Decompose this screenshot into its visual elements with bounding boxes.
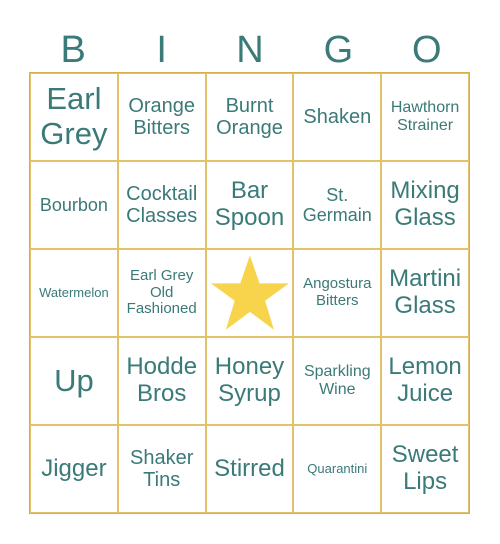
bingo-cell[interactable]: Honey Syrup <box>205 337 294 425</box>
bingo-cell[interactable]: Earl Grey Old Fashioned <box>117 249 206 337</box>
cell-label: Mixing Glass <box>390 177 460 231</box>
bingo-cell[interactable]: Up <box>30 337 118 425</box>
bingo-cell[interactable]: Bar Spoon <box>205 161 294 249</box>
bingo-cell[interactable]: Stirred <box>205 425 294 513</box>
bingo-cell[interactable]: Lemon Juice <box>381 337 469 425</box>
cell-label: Shaken <box>303 105 372 128</box>
header-letter-b: B <box>60 29 86 71</box>
cell-label: Earl Grey <box>40 81 108 151</box>
cell-label: Hodde Bros <box>126 353 198 407</box>
bingo-cell[interactable]: Sparkling Wine <box>293 337 382 425</box>
star-icon <box>210 255 289 330</box>
cell-label: Lemon Juice <box>388 353 462 407</box>
cell-label: Bar Spoon <box>214 177 285 231</box>
bingo-cell[interactable]: Sweet Lips <box>381 425 469 513</box>
bingo-cell[interactable]: Mixing Glass <box>381 161 469 249</box>
bingo-cell[interactable]: Shaken <box>293 73 382 161</box>
bingo-cell[interactable]: Jigger <box>30 425 118 513</box>
cell-label: Bourbon <box>39 194 108 215</box>
bingo-cell[interactable]: Hawthorn Strainer <box>381 73 469 161</box>
bingo-cell[interactable]: Angostura Bitters <box>293 249 382 337</box>
bingo-cell[interactable]: Orange Bitters <box>117 73 206 161</box>
cell-label: Stirred <box>214 454 285 482</box>
cell-label: Sweet Lips <box>391 441 459 495</box>
cell-label: Jigger <box>41 454 107 482</box>
bingo-cell[interactable]: Shaker Tins <box>117 425 206 513</box>
cell-label: Up <box>54 362 94 398</box>
bingo-grid: Earl Grey Orange Bitters Burnt Orange Shake… <box>29 72 470 514</box>
cell-label: Quarantini <box>307 460 368 476</box>
cell-label: Hawthorn Strainer <box>390 99 460 134</box>
bingo-cell[interactable]: Hodde Bros <box>117 337 206 425</box>
bingo-cell[interactable]: Cocktail Classes <box>117 161 206 249</box>
bingo-cell[interactable]: Martini Glass <box>381 249 469 337</box>
cell-label: Angostura Bitters <box>303 275 372 309</box>
header-letter-g: G <box>323 29 354 71</box>
cell-label: Honey Syrup <box>214 353 285 407</box>
cell-label: Burnt Orange <box>216 94 283 139</box>
cell-label: Cocktail Classes <box>126 182 198 227</box>
cell-label: Orange Bitters <box>128 94 196 139</box>
cell-label: Shaker Tins <box>130 446 194 491</box>
bingo-cell[interactable]: Earl Grey <box>30 73 118 161</box>
cell-label: St. Germain <box>302 184 372 225</box>
bingo-cell[interactable]: St. Germain <box>293 161 382 249</box>
bingo-header: B I N G O <box>29 28 471 72</box>
cell-label: Earl Grey Old Fashioned <box>126 266 197 318</box>
bingo-cell[interactable]: Quarantini <box>293 425 382 513</box>
cell-label: Martini Glass <box>389 265 462 319</box>
free-space-cell[interactable] <box>205 249 294 337</box>
header-letter-n: N <box>236 29 264 71</box>
header-letter-i: I <box>156 29 167 71</box>
header-letter-o: O <box>412 29 442 71</box>
bingo-cell[interactable]: Burnt Orange <box>205 73 294 161</box>
cell-label: Sparkling Wine <box>303 363 371 398</box>
cell-label: Watermelon <box>39 284 109 300</box>
bingo-cell[interactable]: Watermelon <box>30 249 118 337</box>
bingo-cell[interactable]: Bourbon <box>30 161 118 249</box>
